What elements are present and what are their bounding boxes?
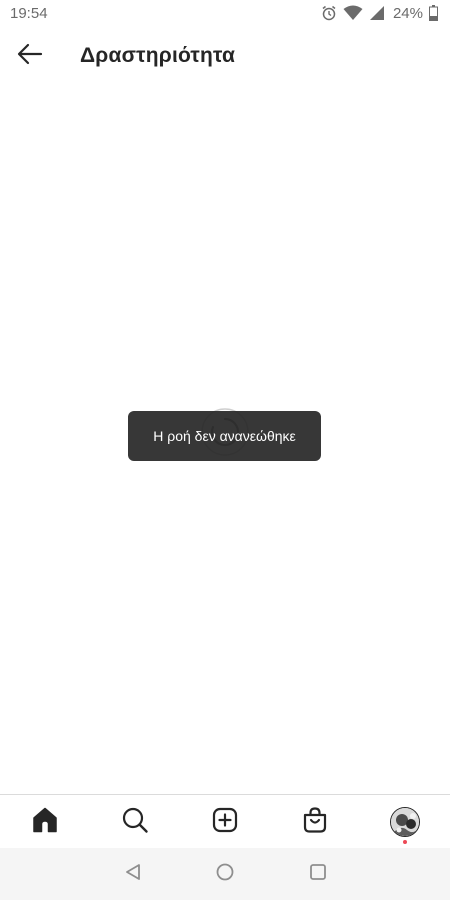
- status-icons: 24%: [321, 5, 438, 22]
- battery-icon: [429, 5, 438, 21]
- status-time: 19:54: [10, 4, 48, 22]
- profile-avatar: [390, 807, 420, 837]
- nav-shop[interactable]: [285, 795, 345, 849]
- shop-bag-icon: [301, 806, 329, 839]
- bottom-nav: [0, 794, 450, 848]
- signal-icon: [369, 5, 385, 21]
- toast-text: Η ροή δεν ανανεώθηκε: [153, 428, 296, 444]
- system-recents-button[interactable]: [306, 862, 330, 886]
- recents-square-icon: [308, 862, 328, 887]
- system-home-button[interactable]: [213, 862, 237, 886]
- home-icon: [31, 806, 59, 839]
- activity-screen: 19:54 24% Δραστηριότητα Η ροή δεν ανανεώ…: [0, 0, 450, 900]
- arrow-left-icon: [16, 40, 44, 73]
- nav-home[interactable]: [15, 795, 75, 849]
- toast-message: Η ροή δεν ανανεώθηκε: [128, 411, 321, 461]
- home-circle-icon: [215, 862, 235, 887]
- alarm-icon: [321, 5, 337, 21]
- system-back-button[interactable]: [121, 862, 145, 886]
- header: Δραστηριότητα: [0, 30, 450, 82]
- back-triangle-icon: [123, 862, 143, 887]
- battery-percent: 24%: [392, 4, 423, 22]
- page-title: Δραστηριότητα: [80, 44, 236, 67]
- nav-new-post[interactable]: [195, 795, 255, 849]
- search-icon: [121, 806, 149, 839]
- system-nav-bar: [0, 848, 450, 900]
- wifi-icon: [343, 5, 363, 21]
- back-button[interactable]: [2, 30, 58, 82]
- add-post-icon: [211, 806, 239, 839]
- status-bar: 19:54 24%: [0, 0, 450, 26]
- nav-search[interactable]: [105, 795, 165, 849]
- profile-notification-dot: [403, 840, 407, 844]
